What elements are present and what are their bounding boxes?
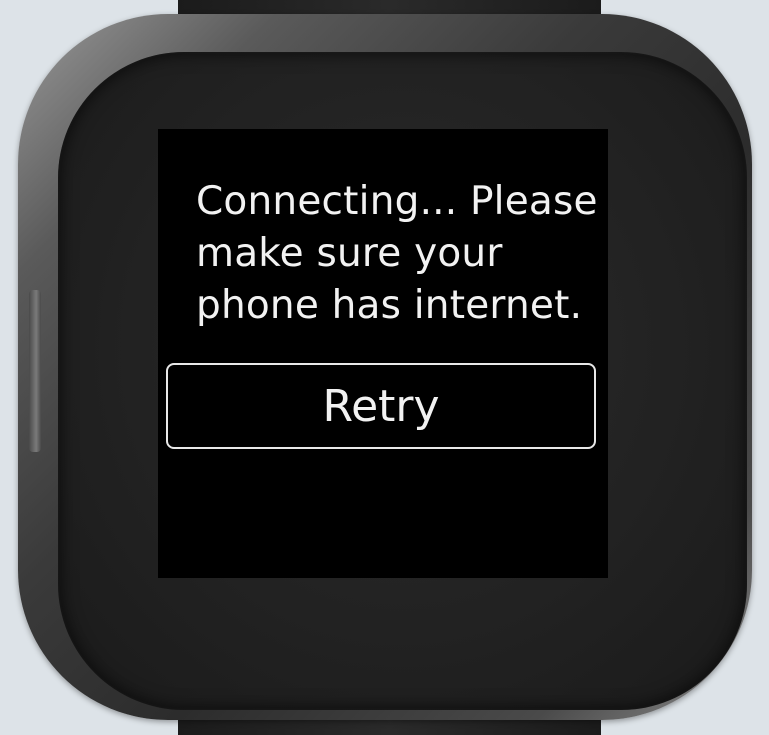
watch-side-button[interactable] [29, 290, 41, 452]
message-line-1: Connecting... Please [196, 179, 598, 224]
retry-button-label: Retry [322, 380, 440, 432]
message-line-2: make sure your [196, 231, 503, 276]
connection-message: Connecting... Please make sure your phon… [196, 176, 606, 332]
retry-button[interactable]: Retry [166, 363, 596, 449]
watch-stage: Connecting... Please make sure your phon… [0, 0, 769, 735]
watch-screen: Connecting... Please make sure your phon… [158, 129, 608, 578]
message-line-3: phone has internet. [196, 283, 583, 328]
